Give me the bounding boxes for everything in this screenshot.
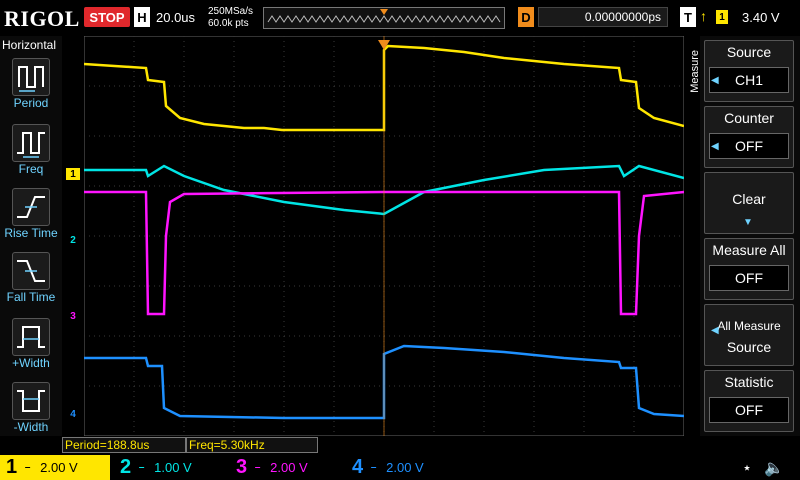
counter-arrow-icon: ◀: [711, 141, 719, 152]
rise-time-label: Rise Time: [4, 226, 58, 240]
dc-coupling-icon: ⎯: [139, 462, 145, 473]
period-label: Period: [13, 96, 49, 110]
trigger-source: 1: [716, 10, 728, 24]
delay-value[interactable]: 0.00000000ps: [538, 7, 668, 27]
ch4-number: 4: [352, 456, 364, 478]
ch2-ground-marker[interactable]: 2: [66, 234, 80, 246]
statistic-button[interactable]: Statistic OFF: [704, 370, 794, 432]
ch2-tab[interactable]: 2 ⎯ 1.00 V: [116, 455, 226, 480]
freq-label: Freq: [18, 162, 44, 176]
fall-time-label: Fall Time: [6, 290, 56, 304]
ch3-tab[interactable]: 3 ⎯ 2.00 V: [232, 455, 342, 480]
freq-readout: Freq=5.30kHz: [186, 437, 318, 453]
ch2-scale: 1.00 V: [154, 460, 192, 475]
run-stop-button[interactable]: STOP: [84, 7, 130, 27]
source-value: CH1: [709, 67, 789, 93]
clear-button[interactable]: Clear ▼: [704, 172, 794, 234]
ch1-tab[interactable]: 1 ⎯ 2.00 V: [0, 455, 110, 480]
left-panel-title: Horizontal: [2, 38, 57, 52]
counter-button[interactable]: Counter OFF ◀: [704, 106, 794, 168]
memory-trigger-marker: [380, 9, 388, 15]
measure-freq-button[interactable]: Freq: [0, 124, 62, 188]
fall-time-icon: [12, 252, 50, 290]
waveform-display[interactable]: [83, 35, 685, 437]
source-title: Source: [726, 44, 772, 60]
trigger-level[interactable]: 3.40 V: [742, 10, 780, 25]
period-icon: [12, 58, 50, 96]
source-button[interactable]: Source CH1 ◀: [704, 40, 794, 102]
waveform-svg: [83, 35, 685, 437]
dc-coupling-icon: ⎯: [25, 462, 31, 473]
ch1-scale: 2.00 V: [40, 460, 78, 475]
counter-title: Counter: [724, 110, 774, 126]
ch4-tab[interactable]: 4 ⎯ 2.00 V: [348, 455, 458, 480]
positive-width-icon: [12, 318, 50, 356]
rise-time-icon: [12, 188, 50, 226]
dc-coupling-icon: ⎯: [371, 462, 377, 473]
ch3-ground-marker[interactable]: 3: [66, 310, 80, 322]
source-arrow-icon: ◀: [711, 75, 719, 86]
counter-value: OFF: [709, 133, 789, 159]
dc-coupling-icon: ⎯: [255, 462, 261, 473]
all-measure-source-button[interactable]: All Measure Source ◀: [704, 304, 794, 366]
horizontal-badge: H: [134, 7, 150, 27]
measure-all-button[interactable]: Measure All OFF: [704, 238, 794, 300]
memory-depth: 60.0k pts: [208, 18, 249, 29]
trigger-edge-icon: ↑: [700, 8, 707, 24]
negative-width-label: -Width: [13, 420, 49, 434]
brand-logo: RIGOL: [4, 6, 80, 31]
measure-period-button[interactable]: Period: [0, 58, 62, 122]
memory-waveform-preview: [267, 9, 501, 23]
ch1-number: 1: [6, 456, 18, 478]
frequency-icon: [12, 124, 50, 162]
measure-all-title: Measure All: [712, 242, 786, 258]
measure-positive-width-button[interactable]: +Width: [0, 318, 62, 382]
positive-width-label: +Width: [12, 356, 50, 370]
all-measure-source-line2: Source: [726, 339, 772, 355]
ch2-number: 2: [120, 456, 132, 478]
statistic-value: OFF: [709, 397, 789, 423]
trigger-badge: T: [680, 7, 696, 27]
acquisition-info: 250MSa/s 60.0k pts: [208, 6, 253, 30]
memory-overview-strip: [263, 7, 505, 29]
negative-width-icon: [12, 382, 50, 420]
measure-all-value: OFF: [709, 265, 789, 291]
speaker-mute-icon[interactable]: 🔈: [764, 458, 784, 478]
sample-rate: 250MSa/s: [208, 6, 254, 17]
timebase-value[interactable]: 20.0us: [156, 10, 195, 25]
delay-badge: D: [518, 7, 534, 27]
ch4-scale: 2.00 V: [386, 460, 424, 475]
statistic-title: Statistic: [724, 374, 774, 390]
clear-title: Clear: [732, 191, 766, 207]
measure-rise-time-button[interactable]: Rise Time: [0, 188, 62, 252]
ch3-scale: 2.00 V: [270, 460, 308, 475]
ch4-ground-marker[interactable]: 4: [66, 408, 80, 420]
clear-down-icon: ▼: [743, 217, 753, 228]
measure-fall-time-button[interactable]: Fall Time: [0, 252, 62, 316]
ch3-number: 3: [236, 456, 248, 478]
measure-negative-width-button[interactable]: -Width: [0, 382, 62, 446]
all-measure-arrow-icon: ◀: [711, 325, 719, 336]
usb-icon: ⋆: [742, 460, 753, 477]
menu-side-label: Measure: [689, 50, 701, 93]
ch1-ground-marker[interactable]: 1: [66, 168, 80, 180]
period-readout: Period=188.8us: [62, 437, 186, 453]
